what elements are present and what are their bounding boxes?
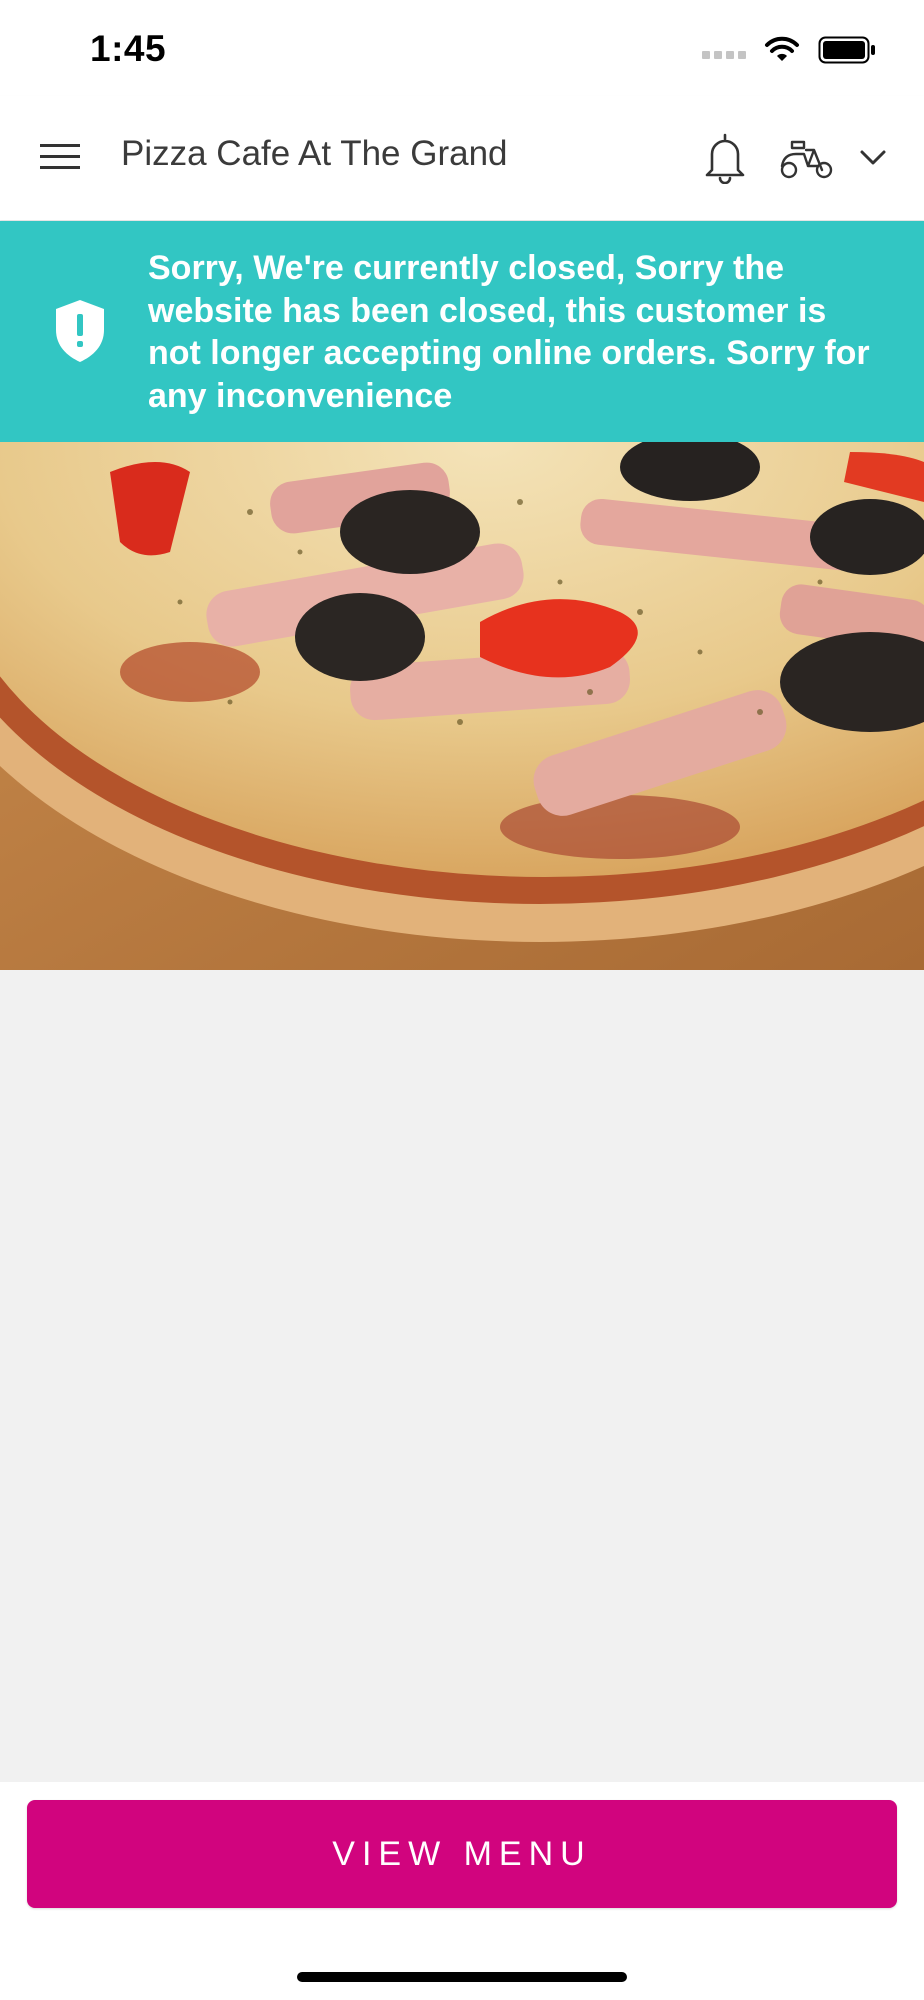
restaurant-title: Pizza Cafe At The Grand bbox=[121, 134, 508, 173]
cellular-signal-icon bbox=[702, 51, 746, 59]
wifi-icon bbox=[765, 36, 799, 61]
chevron-down-icon[interactable] bbox=[856, 140, 890, 174]
pizza-hero-image bbox=[0, 442, 924, 970]
status-bar: 1:45 bbox=[0, 0, 924, 96]
battery-icon bbox=[818, 36, 875, 64]
scooter-icon[interactable] bbox=[778, 136, 834, 180]
home-indicator[interactable] bbox=[297, 1972, 627, 1982]
app-header: Pizza Cafe At The Grand bbox=[0, 96, 924, 220]
shield-alert-icon bbox=[56, 300, 104, 362]
view-menu-button[interactable]: VIEW MENU bbox=[27, 1800, 897, 1908]
bell-icon[interactable] bbox=[700, 132, 750, 185]
status-indicators bbox=[702, 32, 876, 68]
status-time: 1:45 bbox=[90, 28, 167, 69]
hamburger-menu-icon[interactable] bbox=[38, 140, 82, 174]
closed-message: Sorry, We're currently closed, Sorry the… bbox=[148, 249, 870, 415]
